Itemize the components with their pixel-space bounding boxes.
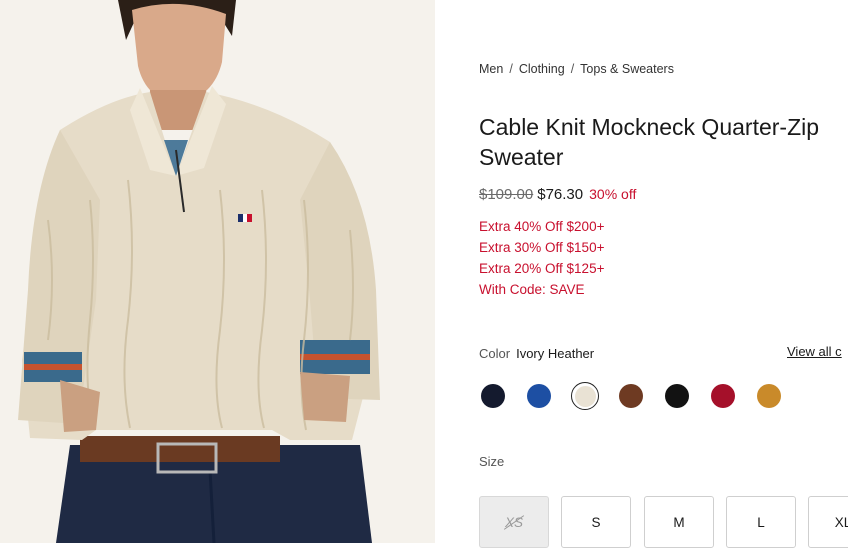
breadcrumb-separator: /: [570, 62, 575, 76]
black-swatch[interactable]: [663, 382, 691, 410]
size-label: Size: [479, 454, 505, 469]
model-illustration: [0, 0, 435, 543]
size-xl-button[interactable]: XL: [808, 496, 848, 548]
ivory-heather-swatch[interactable]: [571, 382, 599, 410]
price-row: $109.00 $76.30 30% off: [479, 186, 636, 203]
original-price: $109.00: [479, 186, 534, 203]
breadcrumb: Men / Clothing / Tops & Sweaters: [479, 62, 674, 76]
promo-line: Extra 30% Off $150+: [479, 240, 605, 255]
breadcrumb-men[interactable]: Men: [479, 62, 503, 76]
gold-swatch[interactable]: [755, 382, 783, 410]
discount-badge: 30% off: [589, 186, 637, 202]
size-xs-label: XS: [504, 514, 523, 530]
size-m-button[interactable]: M: [644, 496, 714, 548]
navy-swatch[interactable]: [479, 382, 507, 410]
promo-code: With Code: SAVE: [479, 282, 585, 297]
size-s-label: S: [591, 514, 601, 530]
swatch-fill: [757, 384, 781, 408]
royal-blue-swatch[interactable]: [525, 382, 553, 410]
swatch-fill: [574, 385, 596, 407]
breadcrumb-separator: /: [509, 62, 513, 76]
swatch-fill: [619, 384, 643, 408]
size-xl-label: XL: [834, 514, 848, 530]
color-label: Color: [479, 346, 511, 361]
sale-price: $76.30: [537, 186, 584, 203]
product-title: Cable Knit Mockneck Quarter-Zip Sweater: [479, 114, 820, 170]
swatch-fill: [665, 384, 689, 408]
swatch-fill: [527, 384, 551, 408]
swatch-fill: [711, 384, 735, 408]
red-swatch[interactable]: [709, 382, 737, 410]
color-selector-label: Color Ivory Heather: [479, 346, 594, 361]
size-l-button[interactable]: L: [726, 496, 796, 548]
breadcrumb-clothing[interactable]: Clothing: [519, 62, 565, 76]
promo-line: Extra 20% Off $125+: [479, 261, 605, 276]
promo-line: Extra 40% Off $200+: [479, 219, 605, 234]
size-s-button[interactable]: S: [561, 496, 631, 548]
product-image[interactable]: [0, 0, 435, 543]
size-l-label: L: [757, 514, 765, 530]
breadcrumb-tops-sweaters[interactable]: Tops & Sweaters: [580, 62, 674, 76]
product-info-panel: Men / Clothing / Tops & Sweaters Cable Knit …: [479, 0, 848, 548]
brown-swatch[interactable]: [617, 382, 645, 410]
size-xs-button[interactable]: XS: [479, 496, 549, 548]
swatch-fill: [481, 384, 505, 408]
view-all-colors-link[interactable]: View all c: [787, 344, 842, 359]
size-m-label: M: [673, 514, 685, 530]
selected-color-name: Ivory Heather: [516, 346, 595, 361]
promo-list: Extra 40% Off $200+ Extra 30% Off $150+ …: [479, 216, 604, 300]
